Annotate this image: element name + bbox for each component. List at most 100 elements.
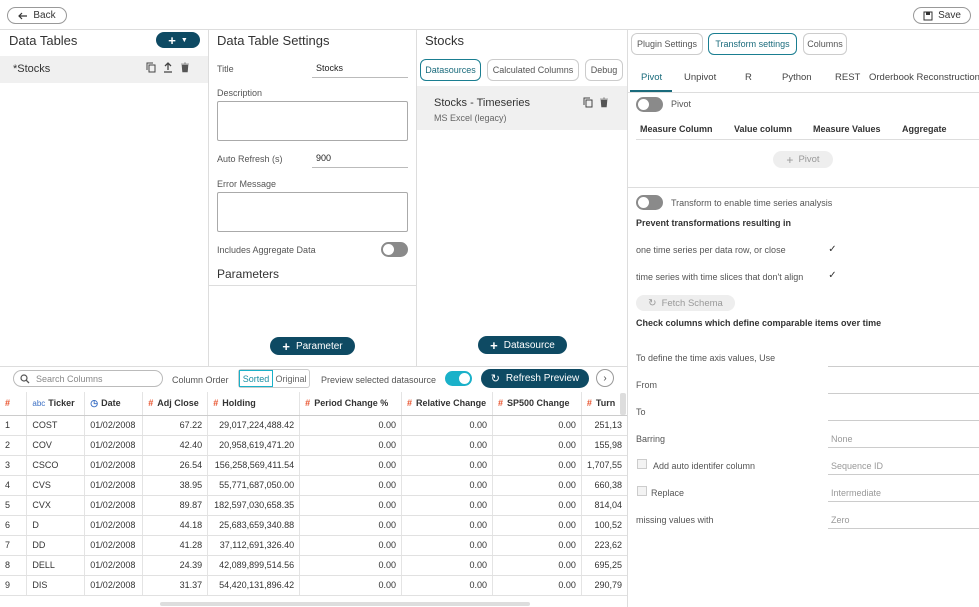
copy-icon[interactable] xyxy=(146,62,156,76)
table-cell: 01/02/2008 xyxy=(84,555,144,576)
table-cell: 0.00 xyxy=(401,435,494,456)
replace-checkbox[interactable] xyxy=(637,486,647,496)
table-cell: COV xyxy=(26,435,86,456)
grid-header-index[interactable]: # xyxy=(0,392,28,416)
table-cell: 8 xyxy=(0,555,28,576)
subtab-rest[interactable]: REST xyxy=(835,72,860,83)
pivot-section-divider xyxy=(628,187,979,188)
table-cell: 01/02/2008 xyxy=(84,495,144,516)
add-data-table-button[interactable]: + ▼ xyxy=(156,32,200,48)
table-row[interactable]: 6 D 01/02/2008 44.18 25,683,659,340.88 0.00 0.… xyxy=(0,515,627,536)
time-axis-field[interactable] xyxy=(828,366,979,367)
subtab-python[interactable]: Python xyxy=(782,72,812,83)
subtab-unpivot[interactable]: Unpivot xyxy=(684,72,716,83)
tab-debug[interactable]: Debug xyxy=(585,59,623,81)
table-cell: 0.00 xyxy=(401,535,494,556)
table-row[interactable]: 3 CSCO 01/02/2008 26.54 156,258,569,411.54 0.… xyxy=(0,455,627,476)
subtab-pivot[interactable]: Pivot xyxy=(641,72,662,83)
pivot-toggle[interactable] xyxy=(636,97,663,112)
search-input[interactable]: Search Columns xyxy=(13,370,163,387)
save-icon xyxy=(923,11,933,21)
data-grid: # abc Ticker ◷ Date # Adj Close # Holding # P… xyxy=(0,392,627,607)
table-row[interactable]: 8 DELL 01/02/2008 24.39 42,089,899,514.56 0.0… xyxy=(0,555,627,576)
auto-id-checkbox[interactable] xyxy=(637,459,647,469)
refresh-preview-button[interactable]: ↻ Refresh Preview xyxy=(481,369,589,388)
table-cell: 44.18 xyxy=(142,515,209,536)
replace-field[interactable]: Intermediate xyxy=(831,488,881,498)
trash-icon[interactable] xyxy=(599,97,609,111)
grid-header-sp500-change[interactable]: # SP500 Change xyxy=(492,392,582,416)
table-row[interactable]: 1 COST 01/02/2008 67.22 29,017,224,488.42 0.0… xyxy=(0,415,627,436)
back-button[interactable]: Back xyxy=(7,7,67,24)
refresh-icon: ↻ xyxy=(648,297,657,309)
aggregate-toggle[interactable] xyxy=(381,242,408,257)
grid-header-period-change[interactable]: # Period Change % xyxy=(299,392,403,416)
table-cell: 0.00 xyxy=(299,575,403,596)
numeric-type-icon: # xyxy=(586,398,592,409)
table-cell: 0.00 xyxy=(492,435,582,456)
upload-icon[interactable] xyxy=(163,62,173,76)
to-field[interactable] xyxy=(828,420,979,421)
chevron-right-icon[interactable]: › xyxy=(596,369,614,387)
prevent-option-1-checkbox[interactable]: ✓ xyxy=(827,245,838,256)
table-cell: 0.00 xyxy=(401,495,494,516)
sorted-option[interactable]: Sorted xyxy=(239,370,273,387)
table-cell: 0.00 xyxy=(401,415,494,436)
table-row[interactable]: 7 DD 01/02/2008 41.28 37,112,691,326.40 0.00 0… xyxy=(0,535,627,556)
subtab-r[interactable]: R xyxy=(745,72,752,83)
table-cell: DD xyxy=(26,535,86,556)
auto-refresh-field[interactable]: 900 xyxy=(312,150,408,168)
preview-datasource-toggle[interactable] xyxy=(445,371,472,386)
table-cell: 0.00 xyxy=(401,475,494,496)
prevent-option-2-checkbox[interactable]: ✓ xyxy=(827,271,838,282)
tab-transform-settings[interactable]: Transform settings xyxy=(708,33,797,55)
grid-header-row: # abc Ticker ◷ Date # Adj Close # Holding # P… xyxy=(0,392,627,416)
auto-id-field[interactable]: Sequence ID xyxy=(831,461,883,471)
table-row[interactable]: 2 COV 01/02/2008 42.40 20,958,619,471.20 0.00… xyxy=(0,435,627,456)
description-field[interactable] xyxy=(217,101,408,141)
subtab-divider xyxy=(628,92,979,93)
barring-field[interactable]: None xyxy=(831,434,853,444)
tab-datasources[interactable]: Datasources xyxy=(420,59,481,81)
pivot-label: Pivot xyxy=(671,99,692,109)
datasource-item[interactable]: Stocks - Timeseries MS Excel (legacy) xyxy=(417,86,627,130)
data-table-item-label: *Stocks xyxy=(13,63,51,75)
horizontal-scrollbar[interactable] xyxy=(160,602,530,606)
divider xyxy=(208,29,209,366)
table-row[interactable]: 4 CVS 01/02/2008 38.95 55,771,687,050.00 0.00… xyxy=(0,475,627,496)
add-parameter-button[interactable]: + Parameter xyxy=(270,337,355,355)
grid-header-ticker[interactable]: abc Ticker xyxy=(26,392,86,416)
fetch-schema-button[interactable]: ↻ Fetch Schema xyxy=(636,295,735,311)
title-label: Title xyxy=(217,64,234,74)
save-button[interactable]: Save xyxy=(913,7,971,24)
numeric-type-icon: # xyxy=(407,398,413,409)
from-field[interactable] xyxy=(828,393,979,394)
table-cell: 54,420,131,896.42 xyxy=(207,575,301,596)
table-row[interactable]: 9 DIS 01/02/2008 31.37 54,420,131,896.42 0.00… xyxy=(0,575,627,596)
trash-icon[interactable] xyxy=(180,62,190,76)
missing-values-field[interactable]: Zero xyxy=(831,515,850,525)
title-field[interactable]: Stocks xyxy=(312,60,408,78)
grid-header-holding[interactable]: # Holding xyxy=(207,392,301,416)
table-cell: 0.00 xyxy=(401,455,494,476)
save-label: Save xyxy=(938,10,961,21)
table-cell: 0.00 xyxy=(401,575,494,596)
search-placeholder: Search Columns xyxy=(36,373,103,384)
vertical-scrollbar[interactable] xyxy=(620,393,626,415)
add-datasource-button[interactable]: + Datasource xyxy=(478,336,567,354)
grid-header-relative-change[interactable]: # Relative Change xyxy=(401,392,494,416)
tab-columns[interactable]: Columns xyxy=(803,33,847,55)
original-option[interactable]: Original xyxy=(273,370,309,387)
tab-calculated-columns[interactable]: Calculated Columns xyxy=(487,59,579,81)
add-pivot-button[interactable]: + Pivot xyxy=(773,151,833,168)
error-message-field[interactable] xyxy=(217,192,408,232)
numeric-type-icon: # xyxy=(213,398,219,409)
time-series-toggle[interactable] xyxy=(636,195,663,210)
subtab-orderbook[interactable]: Orderbook Reconstruction xyxy=(869,72,979,83)
grid-header-date[interactable]: ◷ Date xyxy=(84,392,144,416)
table-row[interactable]: 5 CVX 01/02/2008 89.87 182,597,030,658.35 0.0… xyxy=(0,495,627,516)
grid-header-adj-close[interactable]: # Adj Close xyxy=(142,392,209,416)
data-table-item[interactable]: *Stocks xyxy=(0,56,208,83)
copy-icon[interactable] xyxy=(583,97,593,111)
tab-plugin-settings[interactable]: Plugin Settings xyxy=(631,33,703,55)
